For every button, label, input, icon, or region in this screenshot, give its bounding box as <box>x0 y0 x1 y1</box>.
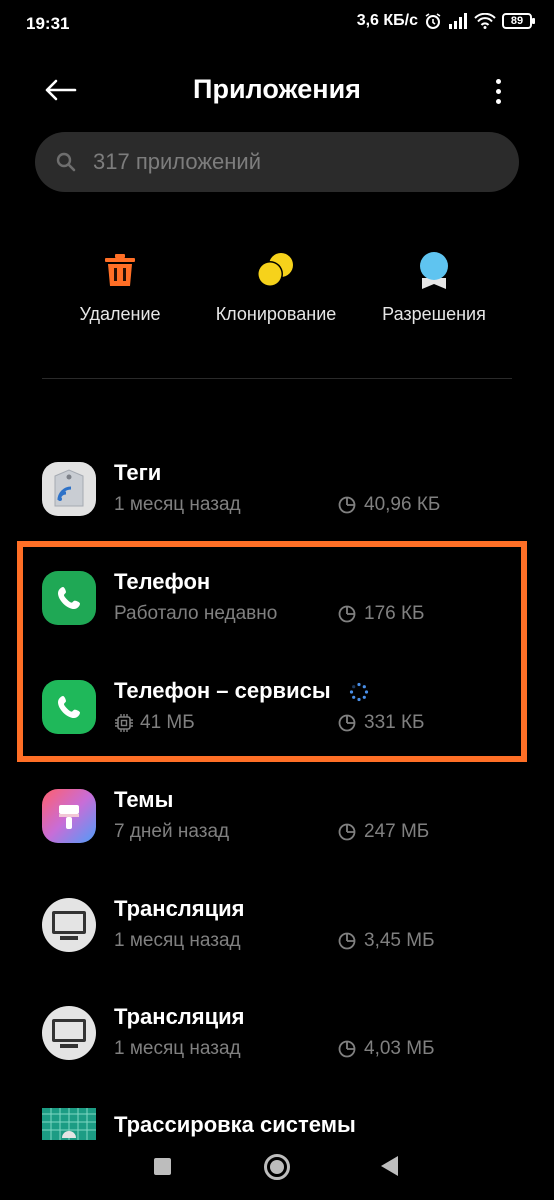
tag-icon <box>42 462 96 516</box>
more-dot <box>495 98 501 104</box>
app-size: 4,03 МБ <box>338 1038 435 1060</box>
trash-icon <box>98 248 142 292</box>
app-row-cast-1[interactable]: Трансляция 1 месяц назад 3,45 МБ <box>0 890 554 990</box>
app-subtitle-text: 1 месяц назад <box>114 494 241 515</box>
app-subtitle-text: 1 месяц назад <box>114 930 241 951</box>
permissions-icon <box>412 248 456 292</box>
signal-icon <box>448 13 468 29</box>
app-size-text: 4,03 МБ <box>364 1038 435 1059</box>
search-bar[interactable] <box>35 132 519 192</box>
app-name: Трансляция <box>114 1004 245 1029</box>
app-size: 3,45 МБ <box>338 930 435 952</box>
app-name: Трассировка системы <box>114 1112 356 1137</box>
clone-icon <box>254 248 298 292</box>
recents-button[interactable] <box>154 1158 171 1175</box>
wifi-icon <box>474 13 496 29</box>
app-row-themes[interactable]: Темы 7 дней назад 247 МБ <box>0 781 554 881</box>
nav-back-button[interactable] <box>381 1156 398 1176</box>
app-size-text: 3,45 МБ <box>364 930 435 951</box>
highlight-frame <box>17 541 527 762</box>
app-name: Темы <box>114 787 174 812</box>
permissions-label: Разрешения <box>382 304 486 324</box>
app-row-cast-2[interactable]: Трансляция 1 месяц назад 4,03 МБ <box>0 998 554 1098</box>
navigation-bar <box>0 1140 554 1200</box>
uninstall-label: Удаление <box>79 304 161 324</box>
trace-icon <box>42 1108 96 1140</box>
more-vert-icon <box>495 78 501 84</box>
storage-icon <box>338 496 356 514</box>
storage-icon <box>338 823 356 841</box>
app-last-used: 7 дней назад <box>114 821 229 843</box>
uninstall-button[interactable]: Удаление <box>35 248 205 325</box>
header: Приложения <box>0 60 554 120</box>
app-subtitle-text: 7 дней назад <box>114 821 230 842</box>
search-input[interactable] <box>93 149 473 175</box>
app-size-text: 247 МБ <box>364 821 430 842</box>
app-name: Трансляция <box>114 896 245 921</box>
app-name: Теги <box>114 460 162 485</box>
more-options-button[interactable] <box>486 74 510 108</box>
app-row-tags[interactable]: Теги 1 месяц назад 40,96 КБ <box>0 454 554 554</box>
quick-actions: Удаление Клонирование Разрешения <box>0 248 554 338</box>
monitor-icon <box>42 898 96 952</box>
themes-icon <box>42 789 96 843</box>
home-button[interactable] <box>264 1154 290 1180</box>
app-row-system-trace[interactable]: Трассировка системы <box>0 1106 554 1140</box>
app-subtitle-text: 1 месяц назад <box>114 1038 241 1059</box>
clone-button[interactable]: Клонирование <box>191 248 361 325</box>
app-last-used: 1 месяц назад <box>114 494 241 516</box>
page-title: Приложения <box>193 74 361 104</box>
clone-label: Клонирование <box>215 304 337 324</box>
divider <box>42 378 512 379</box>
app-size: 40,96 КБ <box>338 494 440 516</box>
app-size-text: 40,96 КБ <box>364 494 441 515</box>
alarm-icon <box>424 12 442 30</box>
app-last-used: 1 месяц назад <box>114 1038 241 1060</box>
monitor-icon <box>42 1006 96 1060</box>
permissions-button[interactable]: Разрешения <box>349 248 519 325</box>
status-right: 3,6 КБ/с 89 <box>356 12 535 30</box>
more-dot <box>495 88 501 94</box>
search-icon <box>55 151 77 173</box>
status-time: 19:31 <box>26 14 70 33</box>
network-speed: 3,6 КБ/с <box>356 12 418 29</box>
storage-icon <box>338 1040 356 1058</box>
storage-icon <box>338 932 356 950</box>
app-last-used: 1 месяц назад <box>114 930 241 952</box>
app-size: 247 МБ <box>338 821 429 843</box>
battery-icon: 89 <box>502 13 535 29</box>
status-bar: 19:31 3,6 КБ/с 89 <box>0 0 554 50</box>
